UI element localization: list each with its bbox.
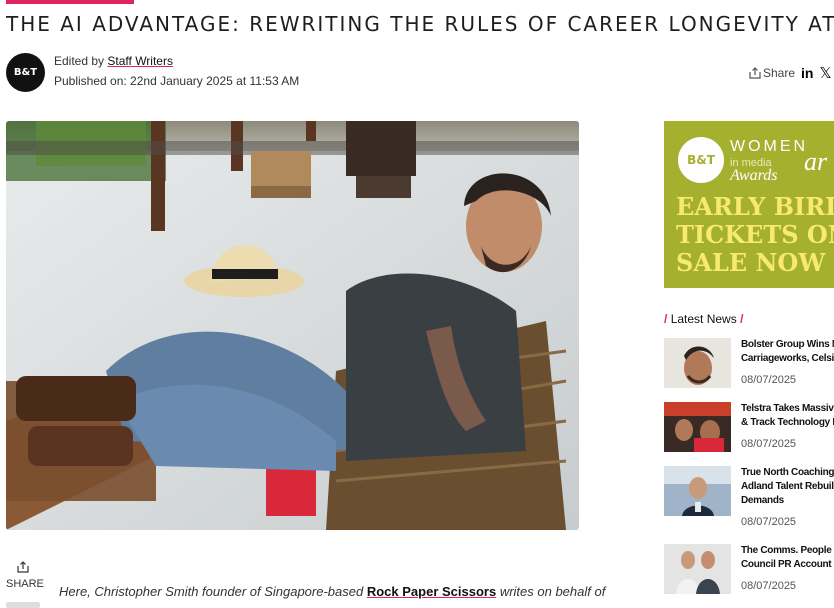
news-title-line: Adland Talent Rebuild At [741,481,834,492]
latest-news-title: Latest News [670,312,737,326]
heading-slash: / [740,312,744,326]
ad-promo-line: TICKETS ON [676,220,834,249]
news-thumbnail[interactable] [664,466,731,516]
byline: Edited by Staff Writers Published on: 22… [54,54,299,94]
hero-photo [6,121,579,530]
news-thumbnail[interactable] [664,338,731,388]
news-item[interactable]: Telstra Takes Massive Step & Track Techn… [664,402,834,452]
news-title[interactable]: Bolster Group Wins Media Carriageworks, … [741,338,834,366]
news-title-line: Council PR Account [741,559,832,570]
news-title-line: True North Coaching & L [741,467,834,478]
side-share-label: SHARE [6,578,44,590]
news-date: 08/07/2025 [741,516,797,528]
share-label: Share [763,66,796,80]
news-item[interactable]: Bolster Group Wins Media Carriageworks, … [664,338,834,388]
hero-image [6,121,579,530]
article-headline: THE AI ADVANTAGE: REWRITING THE RULES OF… [6,12,834,36]
ad-logo: B&T [678,137,724,183]
news-title-line: Carriageworks, Celsius & [741,353,834,364]
news-date: 08/07/2025 [741,438,797,450]
news-thumbnail[interactable] [664,402,731,452]
news-title-line: Demands [741,495,784,506]
news-item[interactable]: The Comms. People Nab Council PR Account… [664,544,834,594]
share-button[interactable]: Share [749,66,795,80]
side-share-bar [6,602,40,608]
news-title-line: The Comms. People Nab [741,545,834,556]
news-date: 08/07/2025 [741,374,797,386]
ad-women-text: WOMEN [730,138,809,155]
heading-slash: / [664,312,668,326]
news-title[interactable]: Telstra Takes Massive Step & Track Techn… [741,402,834,430]
x-icon[interactable]: 𝕏 [819,64,831,82]
share-icon[interactable] [6,560,40,578]
author-avatar[interactable]: B&T [6,53,45,92]
news-item[interactable]: True North Coaching & L Adland Talent Re… [664,466,834,530]
linkedin-icon[interactable]: in [801,65,813,81]
ad-awards-text: Awards [730,167,778,184]
share-icon [749,67,761,79]
share-bar: Share in 𝕏 [749,64,832,82]
news-date: 08/07/2025 [741,580,797,592]
edited-by-label: Edited by [54,54,105,68]
intro-text: writes on behalf of [496,584,606,599]
side-share[interactable]: SHARE [6,560,44,608]
ad-promo-line: EARLY BIRD [676,192,834,221]
ad-partner-mark: ar [804,147,828,176]
ad-promo-text: EARLY BIRD TICKETS ON SALE NOW [676,193,834,277]
published-date: Published on: 22nd January 2025 at 11:53… [54,74,300,88]
news-title-line: & Track Technology For [741,417,834,428]
article-intro: Here, Christopher Smith founder of Singa… [59,584,605,599]
intro-text: Here, Christopher Smith founder of Singa… [59,584,367,599]
news-title-line: Bolster Group Wins Media [741,339,834,350]
news-title-line: Telstra Takes Massive Step [741,403,834,414]
ad-banner[interactable]: B&T WOMEN in media Awards ar EARLY BIRD … [664,121,834,288]
news-title[interactable]: The Comms. People Nab Council PR Account [741,544,834,572]
news-title[interactable]: True North Coaching & L Adland Talent Re… [741,466,834,508]
editor-link[interactable]: Staff Writers [107,54,173,68]
ad-promo-line: SALE NOW [676,248,826,277]
category-strip [6,0,134,4]
news-thumbnail[interactable] [664,544,731,594]
latest-news-heading: / Latest News / [664,312,743,326]
company-link[interactable]: Rock Paper Scissors [367,584,496,599]
